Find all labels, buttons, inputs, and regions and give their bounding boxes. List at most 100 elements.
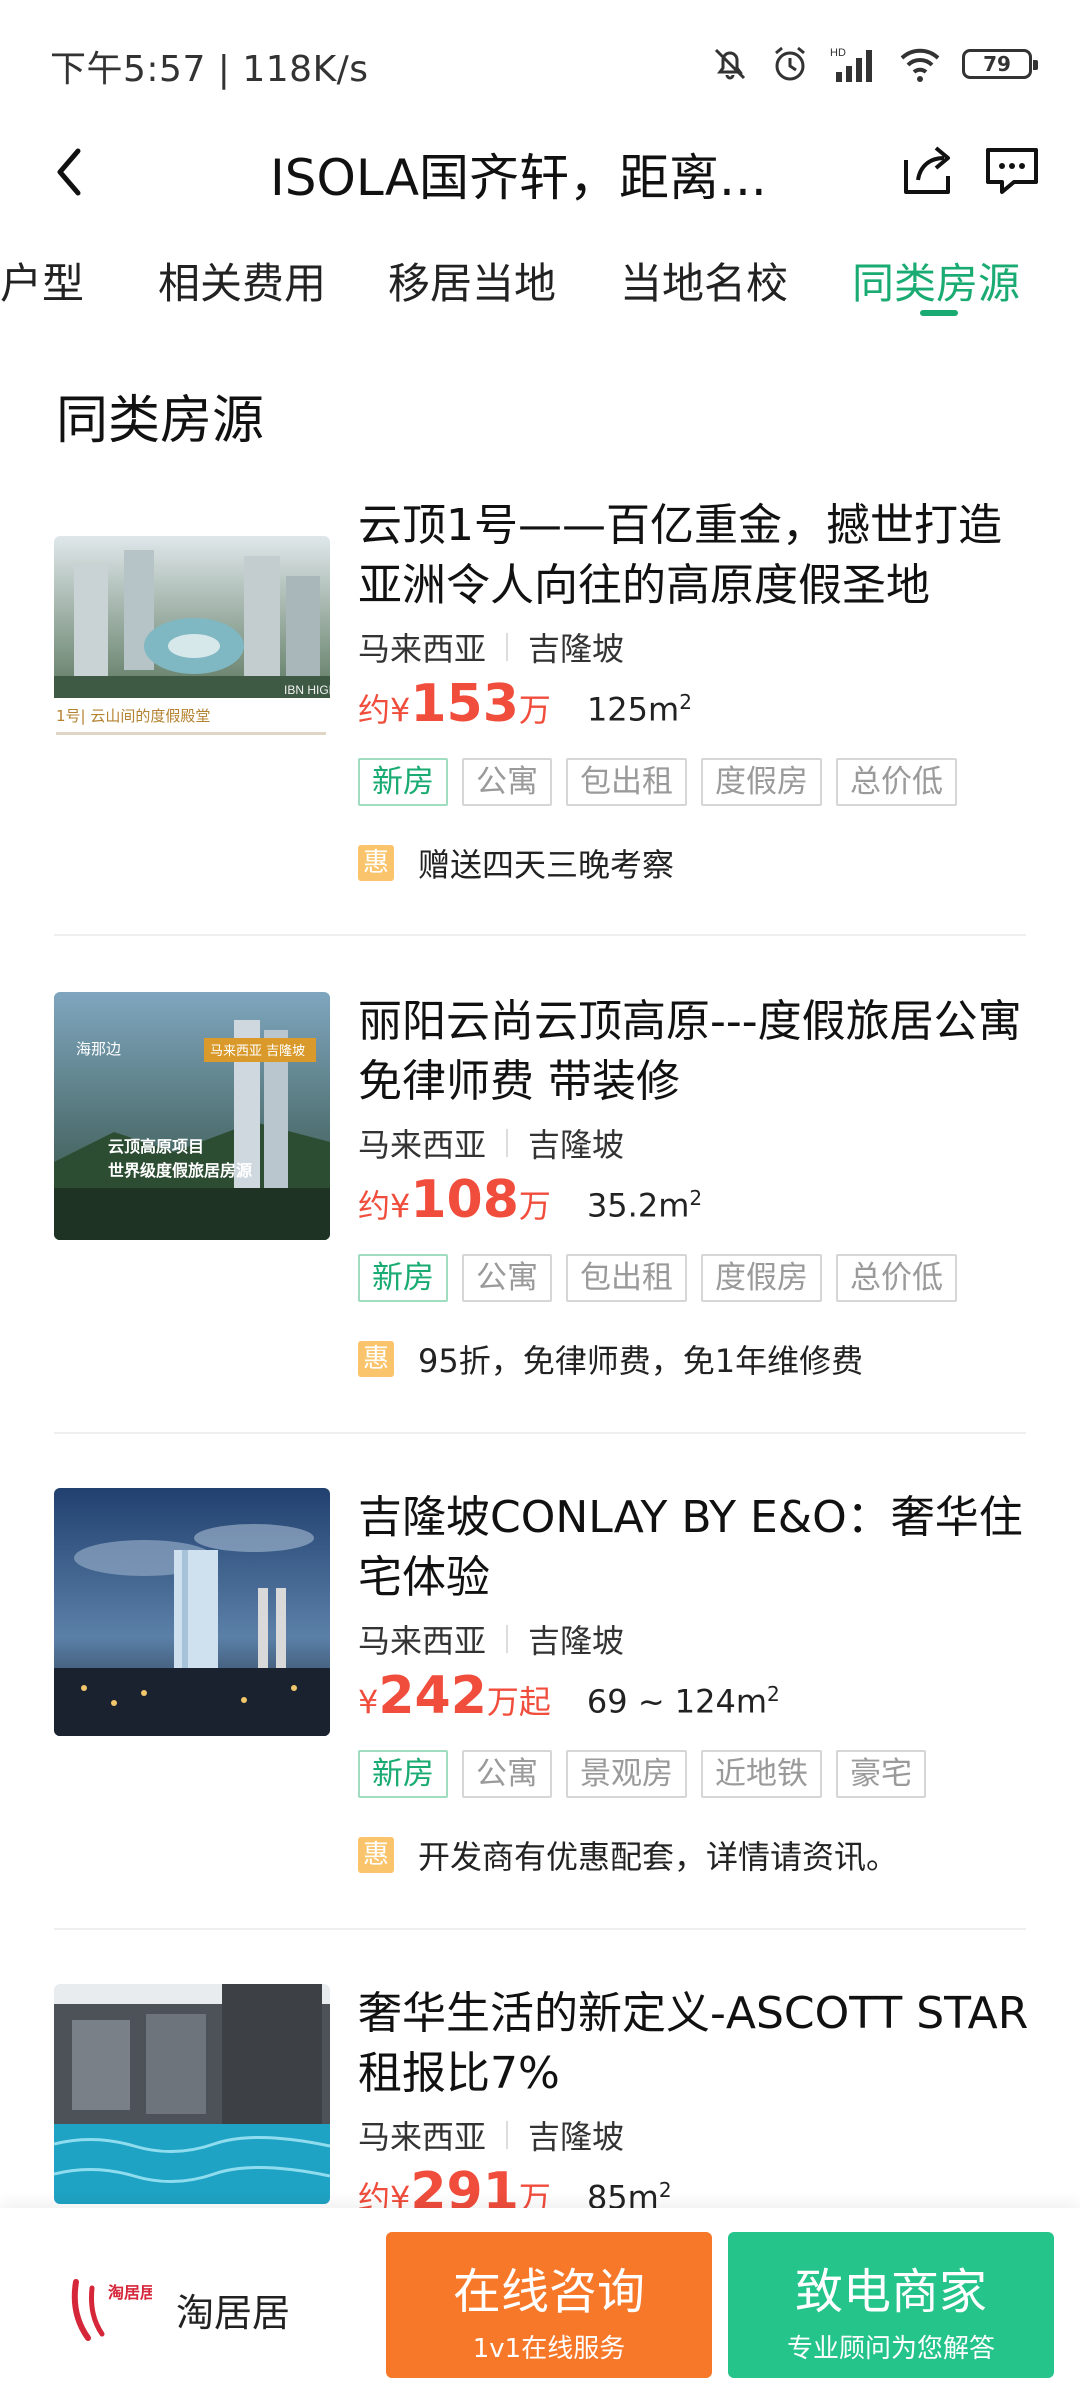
call-merchant-button[interactable]: 致电商家 专业顾问为您解答 [728,2232,1054,2378]
listing-tags: 新房 公寓 景观房 近地铁 豪宅 [358,1750,926,1798]
thumb-watermark: IBN HIGHL [284,683,330,697]
status-icons: HD 79 [710,36,1038,92]
chevron-left-icon [57,148,81,196]
promo-text: 开发商有优惠配套，详情请资讯。 [418,1838,899,1876]
price-value: 242 [378,1666,487,1726]
price-value: 108 [410,1170,519,1230]
listing-promo: 惠 开发商有优惠配套，详情请资讯。 [358,1832,898,1878]
divider [54,1432,1026,1434]
tag: 总价低 [836,1254,957,1302]
listing-image: IBN HIGHL 1号| 云山间的度假殿堂 [54,536,330,784]
price-prefix: 约¥ [358,1187,411,1225]
tag: 新房 [358,1254,448,1302]
call-merchant-label: 致电商家 [794,2264,987,2320]
thumb-caption: 1号| 云山间的度假殿堂 [56,707,210,725]
tab-relocate[interactable]: 移居当地 [388,250,556,311]
listing-city: 吉隆坡 [528,1622,625,1660]
signal-icon: HD [830,47,872,82]
listing-city: 吉隆坡 [528,1126,625,1164]
tab-bar: 推户型 相关费用 移居当地 当地名校 同类房源 [0,240,1080,320]
listing-tags: 新房 公寓 包出租 度假房 总价低 [358,758,957,806]
tag: 公寓 [462,1750,552,1798]
thumb-line2: 世界级度假旅居房源 [108,1161,252,1180]
brand-logo-text: 淘居居 [108,2283,152,2302]
price-prefix: 约¥ [358,691,411,729]
divider [54,1928,1026,1930]
promo-badge-icon: 惠 [358,1837,394,1873]
battery-icon: 79 [962,49,1038,79]
listing-country: 马来西亚 [358,1622,487,1660]
tag: 度假房 [701,1254,822,1302]
thumb-logo: 海那边 [76,1040,121,1058]
listing-country: 马来西亚 [358,2118,487,2156]
back-button[interactable] [40,142,100,202]
listing-country: 马来西亚 [358,1126,487,1164]
status-time: 下午5:57 | 118K/s [50,49,369,90]
promo-text: 95折，免律师费，免1年维修费 [418,1342,864,1380]
listing-country: 马来西亚 [358,630,487,668]
tab-active-indicator [920,310,958,316]
listing-image [54,1984,330,2204]
tag: 豪宅 [836,1750,926,1798]
alarm-icon [775,46,805,81]
wifi-icon [900,48,940,82]
tag: 景观房 [566,1750,687,1798]
message-button[interactable] [982,142,1042,198]
listing-promo: 惠 95折，免律师费，免1年维修费 [358,1336,863,1382]
listing-tags: 新房 公寓 包出租 度假房 总价低 [358,1254,957,1302]
page-title: ISOLA国齐轩，距离... [270,149,767,207]
price-value: 153 [410,674,519,734]
share-button[interactable] [900,142,956,198]
price-unit: 万 [518,691,551,729]
header: ISOLA国齐轩，距离... [0,120,1080,220]
tag: 新房 [358,1750,448,1798]
share-icon [904,146,950,194]
mute-bell-icon [714,48,746,80]
online-consult-sub: 1v1在线服务 [472,2334,626,2364]
listing-location: 马来西亚 吉隆坡 [358,1120,624,1166]
promo-text: 赠送四天三晚考察 [418,846,675,884]
price-unit: 万起 [486,1683,551,1721]
promo-badge-icon: 惠 [358,845,394,881]
promo-badge-icon: 惠 [358,1341,394,1377]
divider [54,934,1026,936]
tab-floorplan[interactable]: 推户型 [0,250,84,311]
price-unit: 万 [518,1187,551,1225]
tab-schools[interactable]: 当地名校 [620,250,788,311]
thumb-badge: 马来西亚 吉隆坡 [210,1044,305,1059]
online-consult-button[interactable]: 在线咨询 1v1在线服务 [386,2232,712,2378]
call-merchant-sub: 专业顾问为您解答 [786,2334,995,2364]
listing-location: 马来西亚 吉隆坡 [358,2112,624,2158]
brand-logo[interactable]: 淘居居 [62,2258,156,2348]
thumb-line1: 云顶高原项目 [108,1137,204,1156]
listing-image: 海那边 马来西亚 吉隆坡 云顶高原项目 世界级度假旅居房源 [54,992,330,1240]
brand-name[interactable]: 淘居居 [176,2282,290,2337]
tag: 近地铁 [701,1750,822,1798]
listing-city: 吉隆坡 [528,630,625,668]
listing-title[interactable]: 吉隆坡CONLAY BY E&O：奢华住宅体验 [358,1488,1038,1608]
listing-title[interactable]: 云顶1号——百亿重金，撼世打造亚洲令人向往的高原度假圣地 [358,496,1038,616]
listing-area: 69 ~ 124m2 [586,1682,780,1721]
tag: 公寓 [462,1254,552,1302]
listing-area: 125m2 [586,690,692,729]
listing-promo: 惠 赠送四天三晚考察 [358,840,674,886]
tab-fees[interactable]: 相关费用 [158,250,326,311]
listing-location: 马来西亚 吉隆坡 [358,624,624,670]
listing-area: 35.2m2 [586,1186,703,1225]
chat-bubble-icon [986,148,1038,194]
tab-similar-listings[interactable]: 同类房源 [852,250,1020,311]
svg-text:HD: HD [830,47,846,59]
listing-city: 吉隆坡 [528,2118,625,2156]
listing-title[interactable]: 丽阳云尚云顶高原---度假旅居公寓 免律师费 带装修 [358,992,1038,1112]
tag: 公寓 [462,758,552,806]
tag: 包出租 [566,1254,687,1302]
tag: 包出租 [566,758,687,806]
listing-image [54,1488,330,1736]
listing-price-row: ¥ 242 万起 69 ~ 124m2 [358,1666,780,1726]
tag: 新房 [358,758,448,806]
online-consult-label: 在线咨询 [452,2264,645,2320]
listing-title[interactable]: 奢华生活的新定义-ASCOTT STAR 租报比7% [358,1984,1038,2104]
tag: 总价低 [836,758,957,806]
listing-price-row: 约¥ 153 万 125m2 [358,674,692,734]
status-bar: 下午5:57 | 118K/s HD 79 [0,0,1080,120]
